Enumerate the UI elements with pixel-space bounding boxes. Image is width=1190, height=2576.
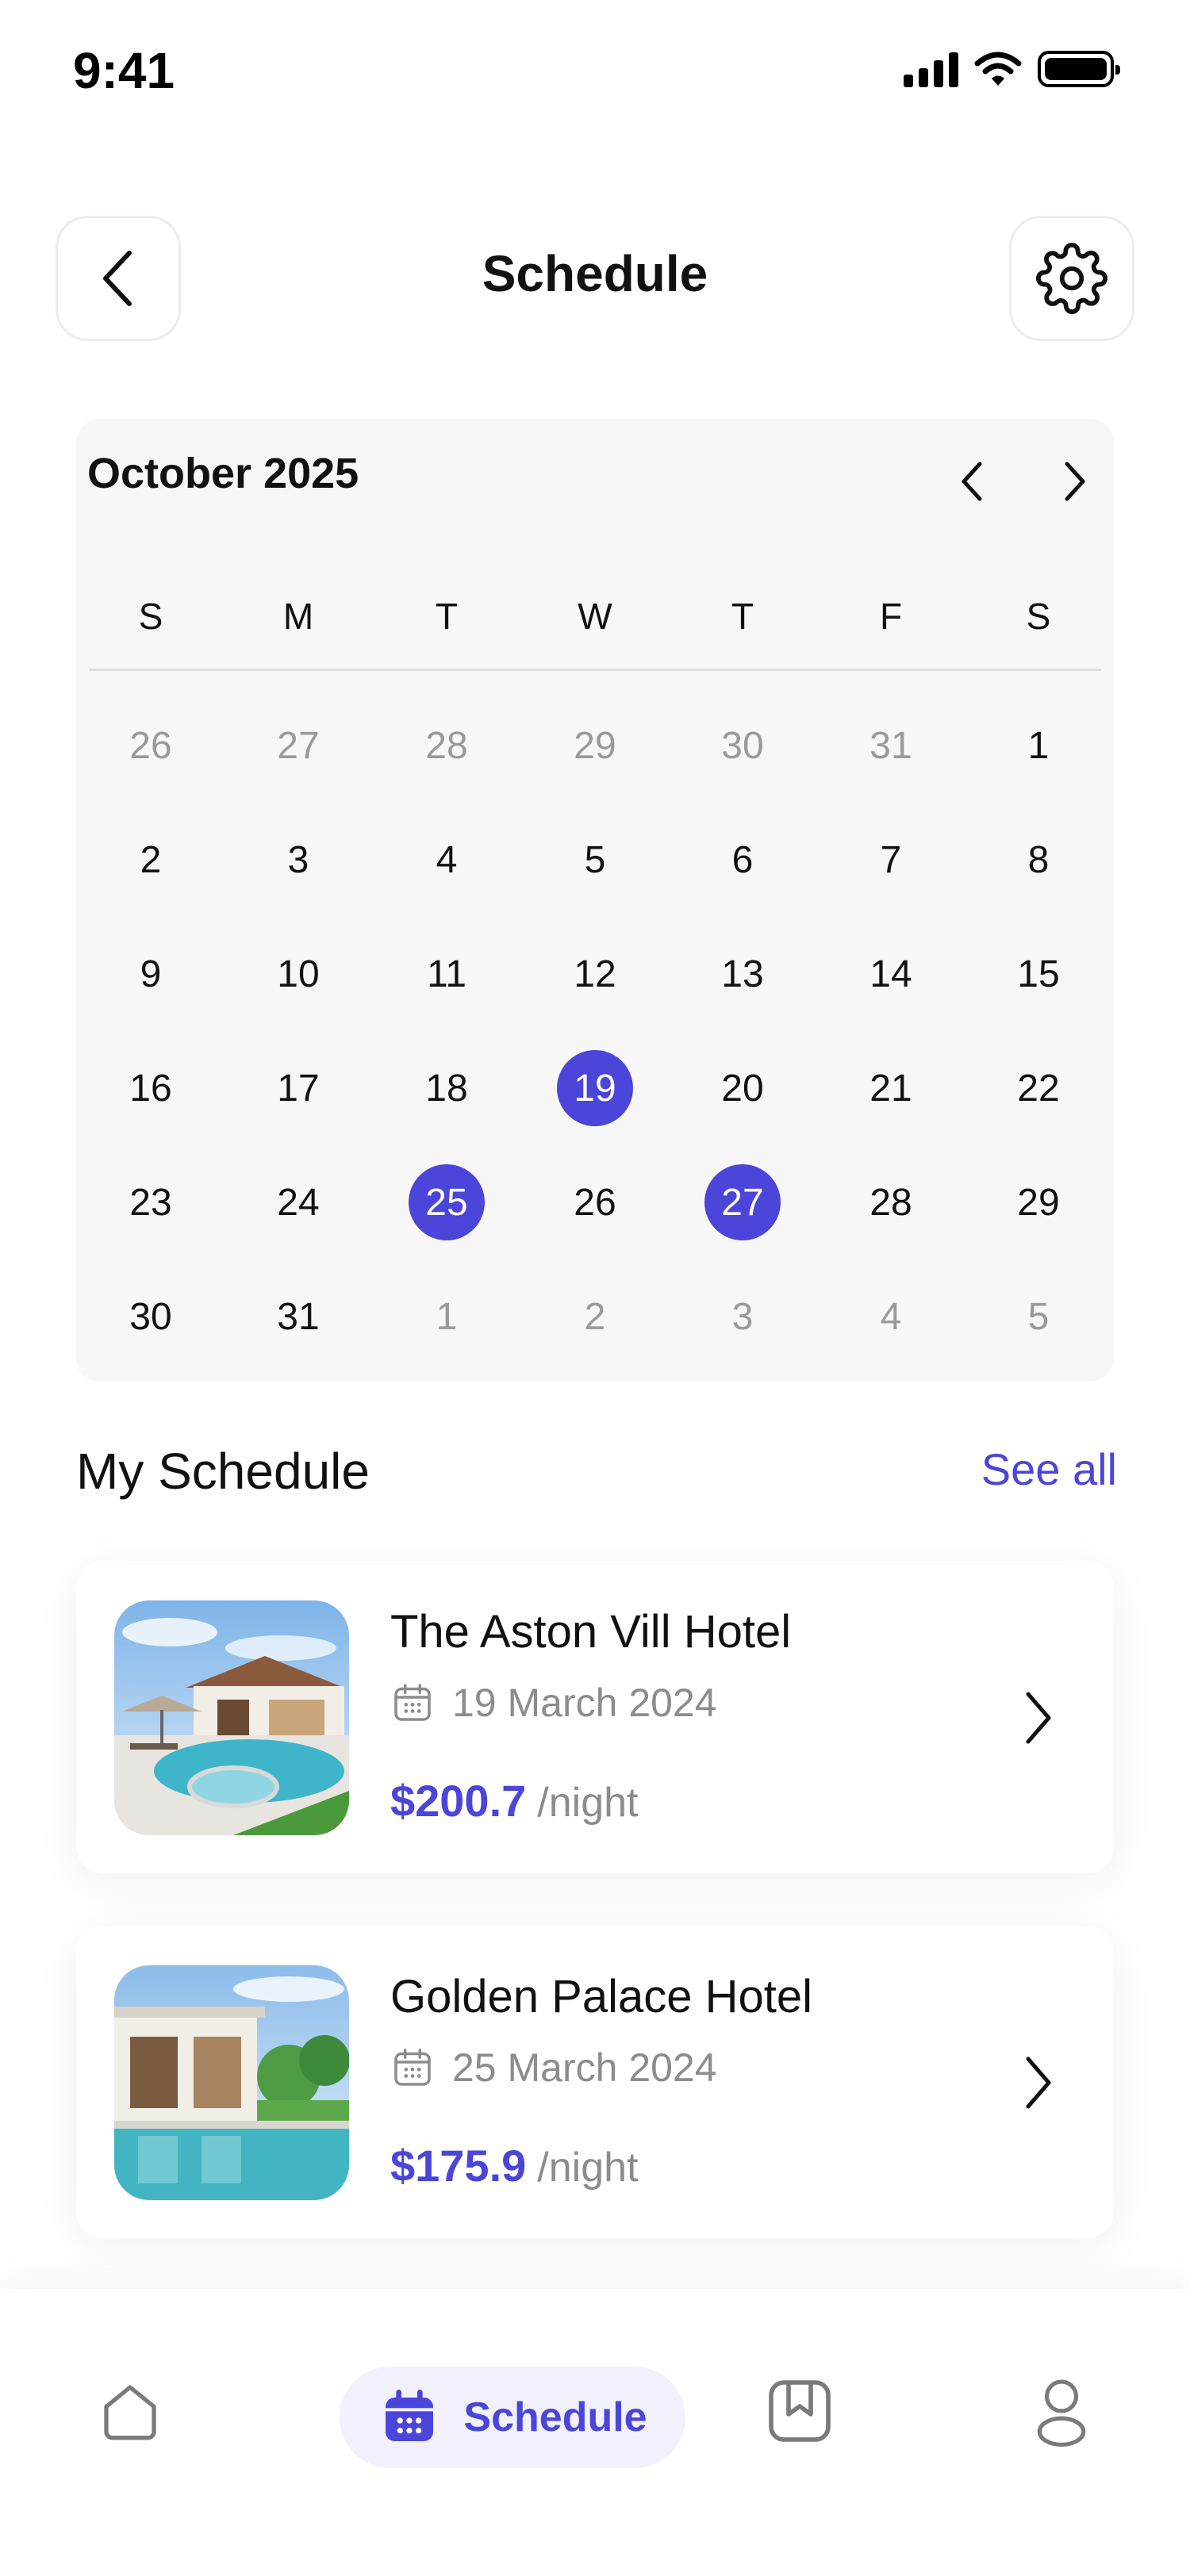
hotel-thumbnail	[114, 1965, 349, 2200]
calendar-day[interactable]: 13	[704, 936, 781, 1012]
calendar-day[interactable]: 30	[704, 707, 781, 784]
calendar-day[interactable]: 31	[853, 707, 929, 784]
calendar-icon	[386, 2390, 434, 2441]
calendar-day[interactable]: 29	[557, 707, 633, 784]
calendar-day[interactable]: 17	[260, 1050, 336, 1126]
nav-schedule[interactable]: Schedule	[340, 2367, 685, 2468]
calendar-day[interactable]: 24	[260, 1164, 336, 1240]
calendar-day[interactable]: 21	[853, 1050, 929, 1126]
hotel-name: Golden Palace Hotel	[390, 1971, 812, 2022]
date-row: 25 March 2024	[390, 2045, 717, 2091]
calendar-day[interactable]: 3	[260, 822, 336, 898]
bookmark-icon	[769, 2380, 831, 2442]
calendar-day[interactable]: 20	[704, 1050, 781, 1126]
calendar-day[interactable]: 1	[409, 1278, 485, 1355]
schedule-screen: 9:41 Schedule October 2025 S M T W T F S…	[0, 0, 1190, 2576]
gear-icon	[1036, 243, 1107, 314]
calendar-day[interactable]: 9	[113, 936, 189, 1012]
see-all-link[interactable]: See all	[981, 1443, 1117, 1495]
calendar-day[interactable]: 2	[113, 822, 189, 898]
chevron-right-icon	[1026, 1692, 1051, 1744]
calendar-day[interactable]: 5	[557, 822, 633, 898]
calendar-day[interactable]: 10	[260, 936, 336, 1012]
status-time: 9:41	[73, 42, 175, 99]
signal-icon	[904, 51, 958, 87]
calendar-day[interactable]: 14	[853, 936, 929, 1012]
schedule-card[interactable]: Golden Palace Hotel 25 March 2024 $175.9…	[76, 1926, 1114, 2238]
calendar-day[interactable]: 30	[113, 1278, 189, 1355]
calendar-day-selected[interactable]: 27	[704, 1164, 781, 1240]
chevron-right-icon	[1026, 2057, 1051, 2109]
bottom-nav: Schedule	[0, 2289, 1190, 2576]
status-icons	[904, 51, 1120, 87]
calendar-day[interactable]: 15	[1000, 936, 1077, 1012]
home-icon	[104, 2385, 156, 2440]
calendar-day[interactable]: 28	[853, 1164, 929, 1240]
calendar-day[interactable]: 18	[409, 1050, 485, 1126]
calendar-day[interactable]: 26	[557, 1164, 633, 1240]
booking-date: 19 March 2024	[452, 1681, 717, 1725]
open-booking-button[interactable]	[1014, 2051, 1061, 2114]
nav-schedule-label: Schedule	[463, 2394, 647, 2440]
calendar-day[interactable]: 3	[704, 1278, 781, 1355]
calendar-day[interactable]: 5	[1000, 1278, 1077, 1355]
calendar-icon	[394, 2049, 431, 2086]
calendar-days: 26 27 28 29 30 31 1 2 3 4 5 6 7 8 9 10 11 12 13 14 15 16 17 18 1…	[76, 419, 1114, 1382]
nav-home[interactable]	[89, 2370, 171, 2452]
calendar: October 2025 SMTWTFS 26 27 28 29 30 31 1 2 3 4 5 6 7…	[76, 419, 1114, 1382]
hotel-name: The Aston Vill Hotel	[390, 1606, 792, 1658]
my-schedule-title: My Schedule	[76, 1443, 370, 1500]
profile-icon	[1037, 2379, 1086, 2448]
calendar-day-selected[interactable]: 19	[557, 1050, 633, 1126]
calendar-day[interactable]: 4	[409, 822, 485, 898]
price: $200.7	[390, 1776, 527, 1826]
booking-date: 25 March 2024	[452, 2045, 717, 2090]
price: $175.9	[390, 2141, 527, 2191]
schedule-card[interactable]: The Aston Vill Hotel 19 March 2024 $200.…	[76, 1561, 1114, 1873]
open-booking-button[interactable]	[1014, 1686, 1061, 1750]
price-row: $200.7 /night	[390, 1775, 639, 1827]
nav-profile[interactable]	[1020, 2370, 1103, 2452]
calendar-day[interactable]: 29	[1000, 1164, 1077, 1240]
calendar-day[interactable]: 7	[853, 822, 929, 898]
calendar-icon	[394, 1684, 431, 1721]
price-unit: /night	[537, 1780, 639, 1826]
calendar-day-selected[interactable]: 25	[409, 1164, 485, 1240]
calendar-day[interactable]: 11	[409, 936, 485, 1012]
calendar-day[interactable]: 31	[260, 1278, 336, 1355]
nav-saved[interactable]	[758, 2370, 841, 2452]
calendar-day[interactable]: 12	[557, 936, 633, 1012]
calendar-day[interactable]: 6	[704, 822, 781, 898]
battery-icon	[1038, 51, 1120, 87]
calendar-day[interactable]: 27	[260, 707, 336, 784]
calendar-day[interactable]: 22	[1000, 1050, 1077, 1126]
price-row: $175.9 /night	[390, 2140, 639, 2191]
calendar-day[interactable]: 8	[1000, 822, 1077, 898]
calendar-day[interactable]: 28	[409, 707, 485, 784]
wifi-icon	[974, 52, 1022, 86]
settings-button[interactable]	[1009, 216, 1134, 341]
calendar-day[interactable]: 16	[113, 1050, 189, 1126]
calendar-day[interactable]: 26	[113, 707, 189, 784]
hotel-thumbnail	[114, 1600, 349, 1835]
date-row: 19 March 2024	[390, 1680, 717, 1726]
calendar-day[interactable]: 1	[1000, 707, 1077, 784]
price-unit: /night	[537, 2145, 639, 2191]
calendar-day[interactable]: 2	[557, 1278, 633, 1355]
calendar-day[interactable]: 23	[113, 1164, 189, 1240]
calendar-day[interactable]: 4	[853, 1278, 929, 1355]
